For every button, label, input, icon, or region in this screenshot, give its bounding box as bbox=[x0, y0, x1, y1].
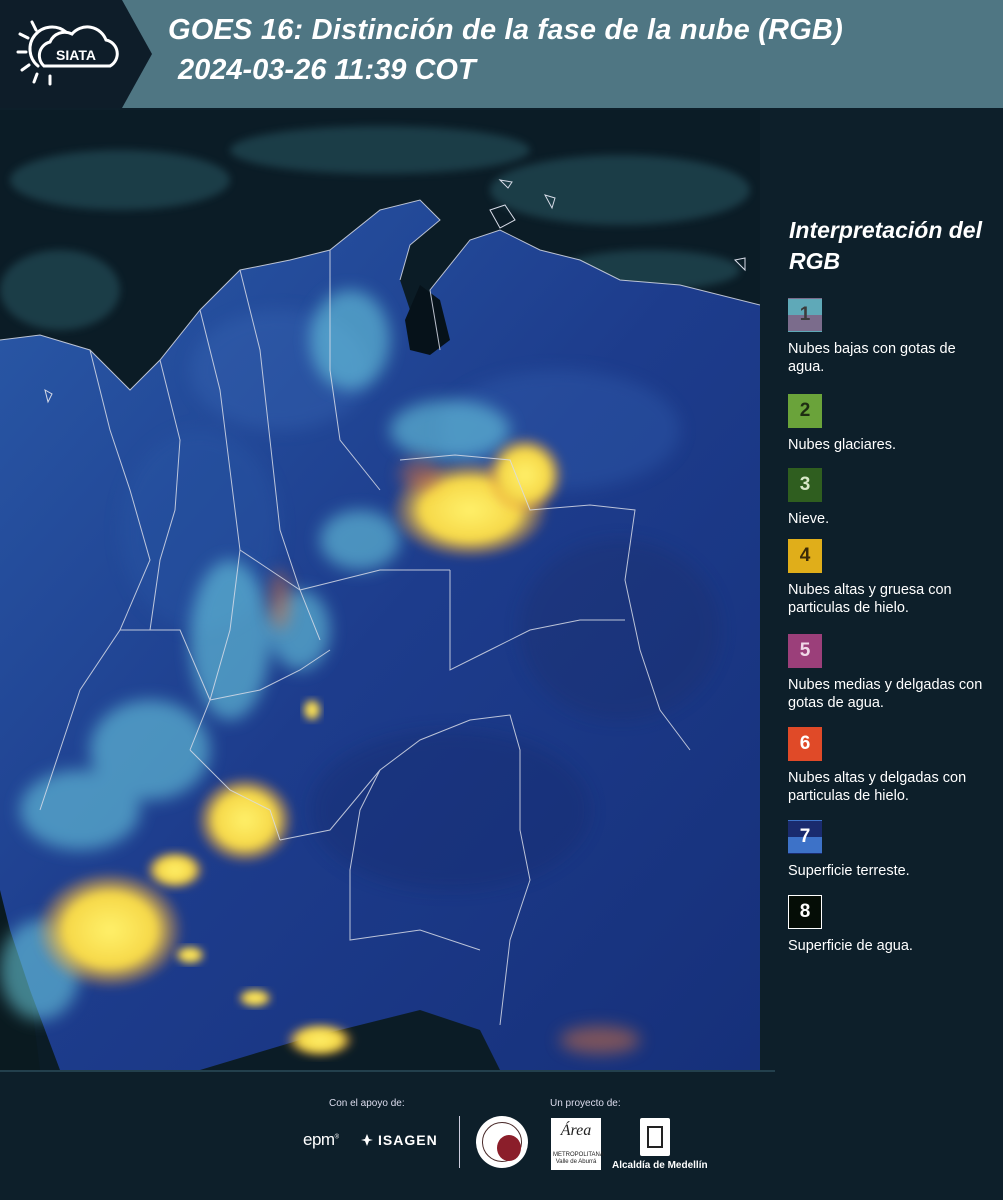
legend-item-3: 3 Nieve. bbox=[788, 468, 998, 528]
legend-label-1: Nubes bajas con gotas de agua. bbox=[788, 341, 956, 375]
project-label: Un proyecto de: bbox=[550, 1098, 621, 1109]
timestamp: 2024-03-26 11:39 COT bbox=[178, 54, 476, 86]
logo-block: SIATA bbox=[0, 0, 152, 108]
page-title: GOES 16: Distinción de la fase de la nub… bbox=[168, 14, 843, 46]
footer: Con el apoyo de: Un proyecto de: epm® IS… bbox=[0, 1070, 1003, 1200]
legend-swatch-7: 7 bbox=[788, 820, 822, 854]
map-canvas bbox=[0, 110, 760, 1070]
isagen-icon bbox=[361, 1134, 373, 1146]
legend-label-5: Nubes medias y delgadas con gotas de agu… bbox=[788, 677, 983, 711]
legend-swatch-3: 3 bbox=[788, 468, 822, 502]
legend-item-2: 2 Nubes glaciares. bbox=[788, 394, 998, 454]
legend-label-8: Superficie de agua. bbox=[788, 938, 913, 954]
medellin-seal-logo[interactable] bbox=[476, 1116, 528, 1168]
legend-swatch-1: 1 bbox=[788, 298, 822, 332]
legend-swatch-6: 6 bbox=[788, 727, 822, 761]
legend-panel: Interpretación del RGB 1 Nubes bajas con… bbox=[760, 110, 1003, 1070]
support-label: Con el apoyo de: bbox=[329, 1098, 405, 1109]
legend-item-8: 8 Superficie de agua. bbox=[788, 895, 998, 955]
legend-item-6: 6 Nubes altas y delgadas con particulas … bbox=[788, 727, 998, 805]
legend-label-2: Nubes glaciares. bbox=[788, 437, 896, 453]
epm-logo[interactable]: epm® bbox=[303, 1130, 339, 1150]
footer-separator bbox=[459, 1116, 460, 1168]
legend-item-5: 5 Nubes medias y delgadas con gotas de a… bbox=[788, 634, 998, 712]
legend-label-7: Superficie terreste. bbox=[788, 863, 910, 879]
area-metropolitana-logo[interactable]: Área METROPOLITANA Valle de Aburrá bbox=[551, 1118, 604, 1170]
legend-item-7: 7 Superficie terreste. bbox=[788, 820, 998, 880]
legend-swatch-2: 2 bbox=[788, 394, 822, 428]
header-bar: SIATA GOES 16: Distinción de la fase de … bbox=[0, 0, 1003, 108]
legend-swatch-8: 8 bbox=[788, 895, 822, 929]
legend-label-3: Nieve. bbox=[788, 511, 830, 527]
satellite-map[interactable] bbox=[0, 110, 760, 1070]
isagen-logo[interactable]: ISAGEN bbox=[360, 1132, 438, 1148]
alcaldia-icon bbox=[640, 1118, 670, 1156]
alcaldia-medellin-logo[interactable]: Alcaldía de Medellín bbox=[612, 1160, 708, 1171]
legend-label-4: Nubes altas y gruesa con particulas de h… bbox=[788, 582, 952, 616]
legend-swatch-4: 4 bbox=[788, 539, 822, 573]
footer-divider bbox=[0, 1070, 775, 1072]
legend-title: Interpretación del RGB bbox=[789, 217, 982, 274]
siata-logo: SIATA bbox=[16, 20, 119, 86]
svg-text:SIATA: SIATA bbox=[56, 47, 96, 63]
legend-swatch-5: 5 bbox=[788, 634, 822, 668]
legend-item-4: 4 Nubes altas y gruesa con particulas de… bbox=[788, 539, 998, 617]
legend-item-1: 1 Nubes bajas con gotas de agua. bbox=[788, 298, 998, 376]
legend-label-6: Nubes altas y delgadas con particulas de… bbox=[788, 770, 967, 804]
